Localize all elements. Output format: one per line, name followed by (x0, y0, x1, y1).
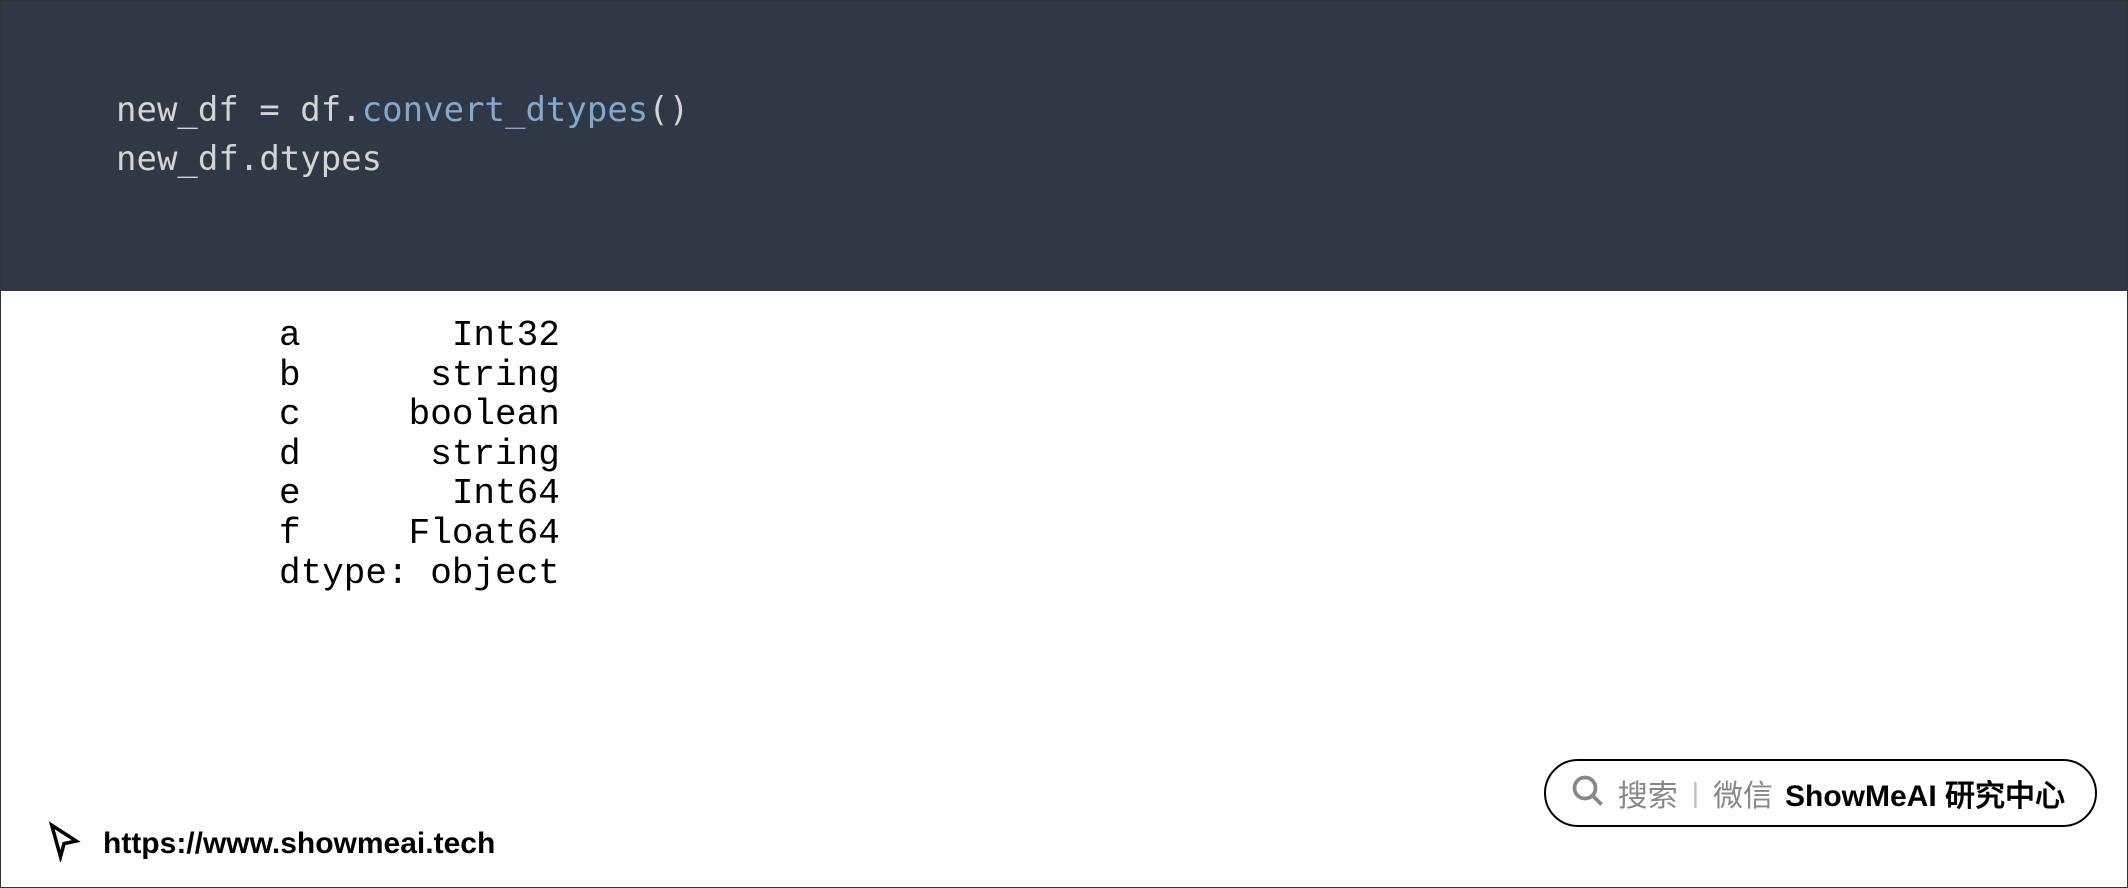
code-token: . (341, 90, 361, 130)
search-pill: 搜索 | 微信 ShowMeAI 研究中心 (1544, 759, 2097, 827)
output-row: f Float64 (279, 514, 2127, 554)
code-block: new_df = df.convert_dtypes() new_df.dtyp… (1, 1, 2127, 291)
output-row: e Int64 (279, 474, 2127, 514)
output-row: c boolean (279, 395, 2127, 435)
output-block: a Int32b stringc booleand stringe Int64f… (1, 291, 2127, 593)
code-line-1: new_df = df.convert_dtypes() (116, 86, 2012, 135)
code-token: () (648, 90, 689, 130)
output-row: a Int32 (279, 316, 2127, 356)
search-platform: 微信 (1713, 771, 1773, 815)
code-line-2: new_df.dtypes (116, 135, 2012, 184)
code-token: convert_dtypes (362, 90, 649, 130)
code-token: . (239, 139, 259, 179)
output-row: b string (279, 356, 2127, 396)
footer: https://www.showmeai.tech (43, 820, 495, 867)
cursor-icon (43, 820, 85, 867)
footer-url: https://www.showmeai.tech (103, 827, 495, 861)
search-label: 搜索 (1618, 771, 1678, 815)
code-token: dtypes (259, 139, 382, 179)
code-token: new_df (116, 90, 259, 130)
search-divider: | (1692, 777, 1699, 809)
search-brand: ShowMeAI 研究中心 (1785, 771, 2065, 815)
search-icon (1570, 773, 1606, 814)
output-row: d string (279, 435, 2127, 475)
output-footer: dtype: object (279, 554, 2127, 594)
code-token: df (280, 90, 341, 130)
code-token: = (259, 90, 279, 130)
code-token: new_df (116, 139, 239, 179)
